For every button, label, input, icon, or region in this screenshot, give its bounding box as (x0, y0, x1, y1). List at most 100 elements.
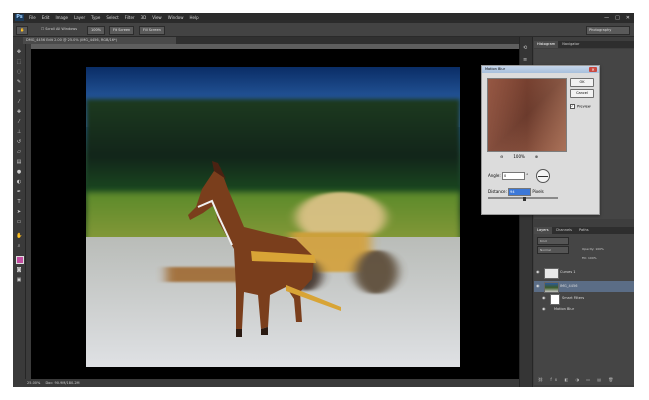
eye-icon[interactable]: ◉ (542, 296, 546, 300)
status-zoom[interactable]: 25.00% (27, 381, 40, 385)
layer-name: Curves 1 (560, 270, 576, 274)
maximize-icon[interactable]: □ (615, 15, 620, 21)
dialog-title: Motion Blur (485, 67, 506, 71)
preview-checkbox[interactable]: ✓ Preview (570, 104, 591, 109)
scroll-all-windows-checkbox[interactable]: ☐ Scroll All Windows (41, 26, 77, 33)
gradient-tool-icon[interactable]: ▤ (16, 160, 22, 165)
workspace-select[interactable]: Photography (586, 26, 630, 35)
distance-input[interactable]: 94 (508, 188, 532, 196)
tab-channels[interactable]: Channels (553, 227, 575, 234)
layer-kind-filter[interactable]: Kind (537, 237, 569, 245)
move-tool-icon[interactable]: ✥ (16, 50, 22, 55)
eraser-tool-icon[interactable]: ▱ (16, 150, 22, 155)
zoom-100-button[interactable]: 100% (87, 26, 106, 35)
angle-label: Angle: (488, 173, 501, 178)
document-tab[interactable]: DMG_4456 Edit 2.00 @ 25.0% (IMG_4456, RG… (23, 37, 176, 44)
layer-row-curves[interactable]: ◉ Curves 1 (534, 267, 634, 279)
tab-navigator[interactable]: Navigator (559, 41, 582, 48)
distance-label: Distance: (488, 189, 507, 194)
type-tool-icon[interactable]: T (16, 200, 22, 205)
angle-input[interactable]: 0 (502, 172, 526, 180)
menu-bar: Ps File Edit Image Layer Type Select Fil… (13, 13, 634, 23)
preview-zoom-value: 100% (513, 154, 525, 159)
canvas-area[interactable] (31, 49, 519, 379)
eye-icon[interactable]: ◉ (536, 284, 540, 288)
layers-panel: Layers Channels Paths Kind Normal Opacit… (534, 227, 634, 385)
dialog-preview-image[interactable] (487, 78, 567, 152)
fill-label: Fill: (582, 256, 588, 260)
menu-help[interactable]: Help (189, 15, 198, 20)
pen-tool-icon[interactable]: ✒ (16, 190, 22, 195)
histogram-panel-tabs: Histogram Navigator (534, 41, 634, 48)
angle-dial[interactable] (536, 169, 550, 183)
close-icon[interactable]: ✕ (626, 15, 630, 21)
layer-row-smart-filters[interactable]: ◉ Smart Filters (534, 293, 634, 305)
ok-button[interactable]: OK (570, 78, 594, 87)
healing-tool-icon[interactable]: ✚ (16, 110, 22, 115)
zoom-in-icon[interactable]: ⊕ (535, 154, 538, 159)
distance-row: Distance: 94 Pixels (488, 188, 544, 196)
scroll-all-windows-label: Scroll All Windows (45, 27, 78, 31)
history-icon[interactable]: ⟲ (523, 45, 527, 51)
eyedropper-tool-icon[interactable]: ⁄ (16, 100, 22, 105)
layers-footer-icons[interactable]: ⛓ fx ◧ ◑ ▭ ▤ 🗑 (538, 377, 616, 382)
menu-file[interactable]: File (29, 15, 36, 20)
layers-panel-tabs: Layers Channels Paths (534, 227, 634, 234)
quick-mask-icon[interactable]: ◙ (16, 268, 22, 273)
dialog-close-icon[interactable]: ✕ (589, 67, 597, 72)
tab-layers[interactable]: Layers (534, 227, 552, 234)
dialog-titlebar[interactable]: Motion Blur ✕ (482, 66, 599, 73)
lasso-tool-icon[interactable]: ◌ (16, 70, 22, 75)
cancel-button[interactable]: Cancel (570, 89, 594, 98)
blend-mode-select[interactable]: Normal (537, 246, 569, 254)
options-bar: ✋ ☐ Scroll All Windows 100% Fit Screen F… (13, 23, 634, 37)
minimize-icon[interactable]: — (604, 15, 609, 21)
blur-tool-icon[interactable]: ● (16, 170, 22, 175)
hand-tool-preset-icon[interactable]: ✋ (16, 26, 29, 35)
menu-select[interactable]: Select (106, 15, 118, 20)
path-select-tool-icon[interactable]: ➤ (16, 210, 22, 215)
eye-icon[interactable]: ◉ (542, 307, 546, 311)
menu-window[interactable]: Window (168, 15, 184, 20)
menu-filter[interactable]: Filter (125, 15, 135, 20)
fill-screen-button[interactable]: Fill Screen (139, 26, 165, 35)
photoshop-window: Ps File Edit Image Layer Type Select Fil… (13, 13, 634, 387)
properties-icon[interactable]: ≡ (523, 57, 527, 63)
preview-label: Preview (577, 104, 591, 109)
distance-slider-thumb[interactable] (523, 197, 526, 201)
menu-edit[interactable]: Edit (42, 15, 50, 20)
menu-view[interactable]: View (152, 15, 162, 20)
tab-paths[interactable]: Paths (576, 227, 592, 234)
quick-select-tool-icon[interactable]: ✎ (16, 80, 22, 85)
zoom-out-icon[interactable]: ⊖ (500, 154, 503, 159)
menu-3d[interactable]: 3D (141, 15, 147, 20)
layer-name: Motion Blur (554, 307, 575, 311)
screen-mode-icon[interactable]: ▣ (16, 278, 22, 283)
layer-row-motion-blur[interactable]: ◉ Motion Blur (534, 304, 634, 315)
eye-icon[interactable]: ◉ (536, 270, 540, 274)
photoshop-logo: Ps (15, 14, 24, 21)
zoom-tool-icon[interactable]: ⌕ (16, 244, 22, 249)
crop-tool-icon[interactable]: ⌗ (16, 90, 22, 95)
status-doc-size[interactable]: Doc: 90.9M/180.2M (45, 381, 79, 385)
stamp-tool-icon[interactable]: ⊥ (16, 130, 22, 135)
foreground-color-swatch[interactable] (16, 256, 24, 264)
marquee-tool-icon[interactable]: ⬚ (16, 60, 22, 65)
motion-blur-dialog: Motion Blur ✕ OK Cancel ✓ Preview ⊖ 100% … (481, 65, 600, 215)
menu-type[interactable]: Type (91, 15, 100, 20)
opacity-value[interactable]: 100% (595, 247, 604, 251)
tab-histogram[interactable]: Histogram (534, 41, 559, 48)
layer-row-image[interactable]: ◉ IMG_4456 (534, 281, 634, 293)
fill-value[interactable]: 100% (588, 256, 597, 260)
menu-layer[interactable]: Layer (74, 15, 85, 20)
shape-tool-icon[interactable]: ▭ (16, 220, 22, 225)
document-image[interactable] (86, 67, 460, 367)
tools-panel: ✥ ⬚ ◌ ✎ ⌗ ⁄ ✚ ⁄ ⊥ ↺ ▱ ▤ ● ◐ ✒ T ➤ ▭ ✋ ⌕ … (13, 44, 26, 384)
brush-tool-icon[interactable]: ⁄ (16, 120, 22, 125)
horse-carriage-illustration (166, 161, 398, 337)
hand-tool-icon[interactable]: ✋ (16, 234, 22, 239)
fit-screen-button[interactable]: Fit Screen (109, 26, 135, 35)
menu-image[interactable]: Image (55, 15, 68, 20)
history-brush-tool-icon[interactable]: ↺ (16, 140, 22, 145)
dodge-tool-icon[interactable]: ◐ (16, 180, 22, 185)
